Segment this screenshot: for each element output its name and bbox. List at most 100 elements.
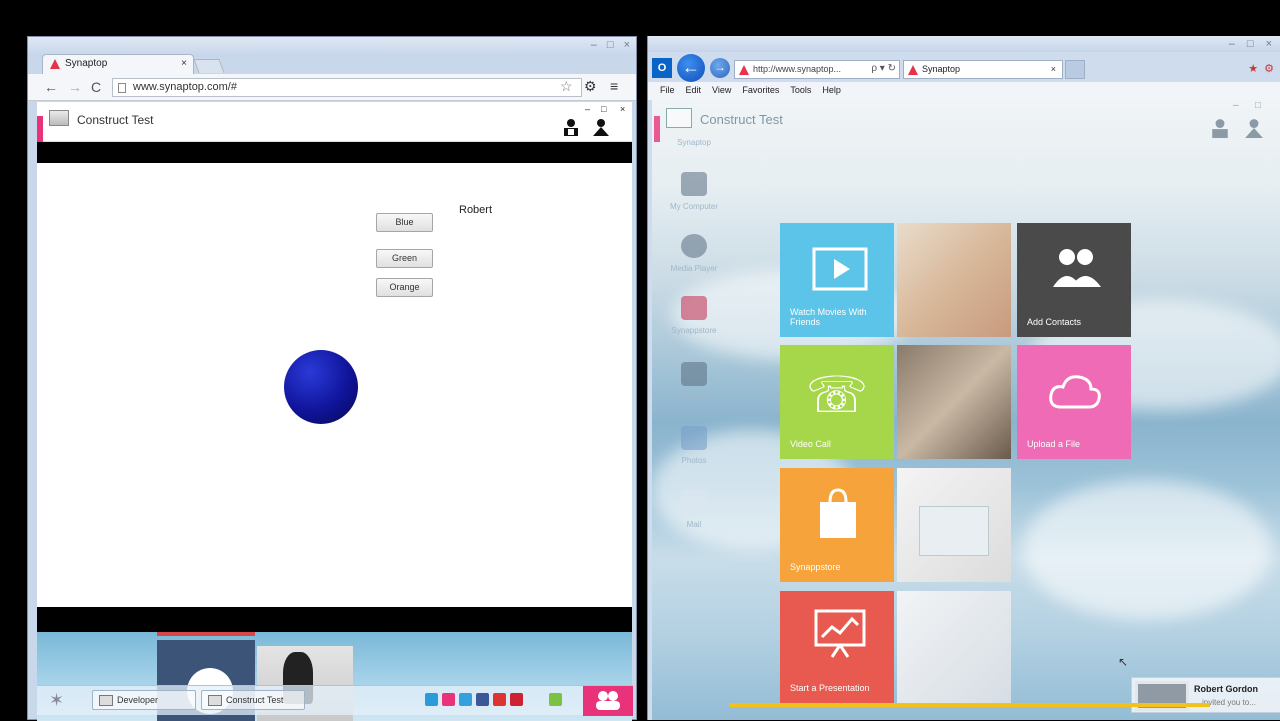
app-maximize-button[interactable]: □ bbox=[601, 104, 606, 114]
favorites-star-icon[interactable]: ★ bbox=[1248, 62, 1258, 75]
ie-new-tab-button[interactable] bbox=[1065, 60, 1085, 79]
menu-icon[interactable]: ≡ bbox=[610, 78, 618, 94]
contacts-button[interactable] bbox=[583, 686, 633, 716]
app-minimize-button[interactable]: – bbox=[585, 104, 590, 114]
settings-gear-icon[interactable]: ⚙ bbox=[584, 78, 597, 95]
app-header: Construct Test – □ × bbox=[37, 102, 632, 142]
twitter-icon[interactable] bbox=[459, 693, 472, 706]
sidebar-item-mail[interactable]: Mail bbox=[658, 490, 730, 529]
taskbar-item-label: Construct Test bbox=[226, 695, 284, 705]
ie-tab[interactable]: Synaptop × bbox=[903, 60, 1063, 79]
menu-edit[interactable]: Edit bbox=[686, 82, 702, 100]
ie-address-bar[interactable]: http://www.synaptop... ρ ▾ ↻ bbox=[734, 60, 900, 79]
blue-button[interactable]: Blue bbox=[376, 213, 433, 232]
grid-app-icon[interactable] bbox=[442, 693, 455, 706]
ie-minimize-button[interactable]: – bbox=[1229, 38, 1235, 50]
sidebar-item-synappstore[interactable]: Synappstore bbox=[658, 296, 730, 335]
sidebar-item-photos[interactable]: Photos bbox=[658, 426, 730, 465]
notification-card[interactable]: Robert Gordon invited you to... bbox=[1131, 677, 1280, 713]
chrome-window: – □ × Synaptop × ← → C www.synaptop.com/… bbox=[27, 36, 637, 721]
window-icon bbox=[208, 695, 222, 706]
app-window-icon bbox=[49, 110, 69, 126]
user-icon[interactable] bbox=[562, 118, 580, 136]
apps-icon[interactable] bbox=[493, 693, 506, 706]
synaptop-favicon-icon bbox=[908, 65, 918, 75]
ie-app-minimize-button[interactable]: – bbox=[1233, 100, 1239, 111]
tab-close-icon[interactable]: × bbox=[181, 58, 187, 69]
tile-watch-movies[interactable]: Watch Movies With Friends bbox=[780, 223, 894, 337]
taskbar-item-construct-test[interactable]: Construct Test bbox=[201, 690, 305, 710]
address-text: www.synaptop.com/# bbox=[133, 81, 237, 93]
app-title: Construct Test bbox=[77, 113, 154, 127]
close-button[interactable]: × bbox=[624, 39, 630, 51]
user-profile-icon[interactable] bbox=[592, 118, 610, 136]
sidebar-item-synaptop[interactable]: Synaptop bbox=[658, 138, 730, 147]
app-box-image bbox=[897, 468, 1011, 582]
tile-label: Upload a File bbox=[1027, 439, 1081, 449]
chrome-tab[interactable]: Synaptop × bbox=[42, 54, 194, 74]
shopping-bag-icon bbox=[820, 488, 856, 538]
folder-icon bbox=[681, 362, 707, 386]
sidebar-item-label: My Computer bbox=[669, 202, 718, 211]
ie-tab-close-icon[interactable]: × bbox=[1051, 64, 1056, 74]
computer-icon bbox=[681, 172, 707, 196]
bookmark-star-icon[interactable]: ☆ bbox=[560, 78, 573, 95]
signal-icon[interactable] bbox=[549, 693, 562, 706]
menu-view[interactable]: View bbox=[712, 82, 731, 100]
ie-close-button[interactable]: × bbox=[1266, 38, 1272, 50]
blue-ball-sprite bbox=[284, 350, 358, 424]
tile-video-call[interactable]: ☏ Video Call bbox=[780, 345, 894, 459]
minimize-button[interactable]: – bbox=[591, 39, 597, 51]
back-icon[interactable]: ← bbox=[44, 79, 58, 95]
tile-presentation[interactable]: Start a Presentation bbox=[780, 591, 894, 703]
search-refresh-icons[interactable]: ρ ▾ ↻ bbox=[871, 63, 896, 74]
menu-help[interactable]: Help bbox=[822, 82, 841, 100]
reload-icon[interactable]: C bbox=[91, 79, 101, 95]
tile-label: Start a Presentation bbox=[790, 683, 870, 693]
app-close-button[interactable]: × bbox=[620, 104, 625, 114]
sidebar-item-libraries[interactable]: Libraries bbox=[658, 362, 730, 401]
user-name-label: Robert bbox=[459, 204, 493, 216]
top-black-bar bbox=[37, 142, 632, 163]
synaptop-taskbar: ✶ Developer Construct Test bbox=[37, 685, 633, 716]
chrome-window-controls: – □ × bbox=[591, 39, 630, 51]
ie-window-controls: – □ × bbox=[1229, 38, 1272, 50]
taskbar-item-developer[interactable]: Developer bbox=[92, 690, 196, 710]
tab-title: Synaptop bbox=[65, 58, 108, 69]
menu-favorites[interactable]: Favorites bbox=[742, 82, 779, 100]
orange-button[interactable]: Orange bbox=[376, 278, 433, 297]
skype-icon[interactable] bbox=[425, 693, 438, 706]
ie-tools-gear-icon[interactable]: ⚙ bbox=[1264, 62, 1274, 75]
store-bag-icon bbox=[681, 296, 707, 320]
tile-upload-file[interactable]: Upload a File bbox=[1017, 345, 1131, 459]
menu-file[interactable]: File bbox=[660, 82, 675, 100]
apps-icon-2[interactable] bbox=[510, 693, 523, 706]
menu-tools[interactable]: Tools bbox=[790, 82, 811, 100]
tile-add-contacts[interactable]: Add Contacts bbox=[1017, 223, 1131, 337]
green-button[interactable]: Green bbox=[376, 249, 433, 268]
facebook-icon[interactable] bbox=[476, 693, 489, 706]
ie-back-icon[interactable]: ← bbox=[677, 54, 705, 82]
cloud-shape bbox=[1022, 480, 1272, 620]
sidebar-item-label: Mail bbox=[686, 520, 702, 529]
sidebar-item-media-player[interactable]: Media Player bbox=[658, 234, 730, 273]
tile-synappstore[interactable]: Synappstore bbox=[780, 468, 894, 582]
ie-app-maximize-button[interactable]: □ bbox=[1255, 100, 1261, 111]
ie-address-text: http://www.synaptop... bbox=[753, 64, 842, 74]
people-icon bbox=[596, 691, 620, 710]
maximize-button[interactable]: □ bbox=[607, 39, 614, 51]
address-bar[interactable]: www.synaptop.com/# bbox=[112, 78, 582, 97]
new-tab-button[interactable] bbox=[193, 59, 225, 73]
phone-icon: ☏ bbox=[805, 367, 869, 423]
forward-icon[interactable]: → bbox=[68, 79, 82, 95]
ie-maximize-button[interactable]: □ bbox=[1247, 38, 1254, 50]
sidebar-item-my-computer[interactable]: My Computer bbox=[658, 172, 730, 211]
box-shape bbox=[919, 506, 989, 556]
user-profile-icon[interactable] bbox=[1244, 118, 1264, 138]
user-icon[interactable] bbox=[1210, 118, 1230, 138]
ie-forward-icon[interactable]: → bbox=[710, 58, 730, 78]
outlook-icon[interactable]: O bbox=[652, 58, 672, 78]
ie-titlebar bbox=[648, 36, 1280, 52]
sidebar-item-label: Media Player bbox=[670, 264, 718, 273]
synaptop-logo-icon[interactable]: ✶ bbox=[49, 690, 77, 712]
